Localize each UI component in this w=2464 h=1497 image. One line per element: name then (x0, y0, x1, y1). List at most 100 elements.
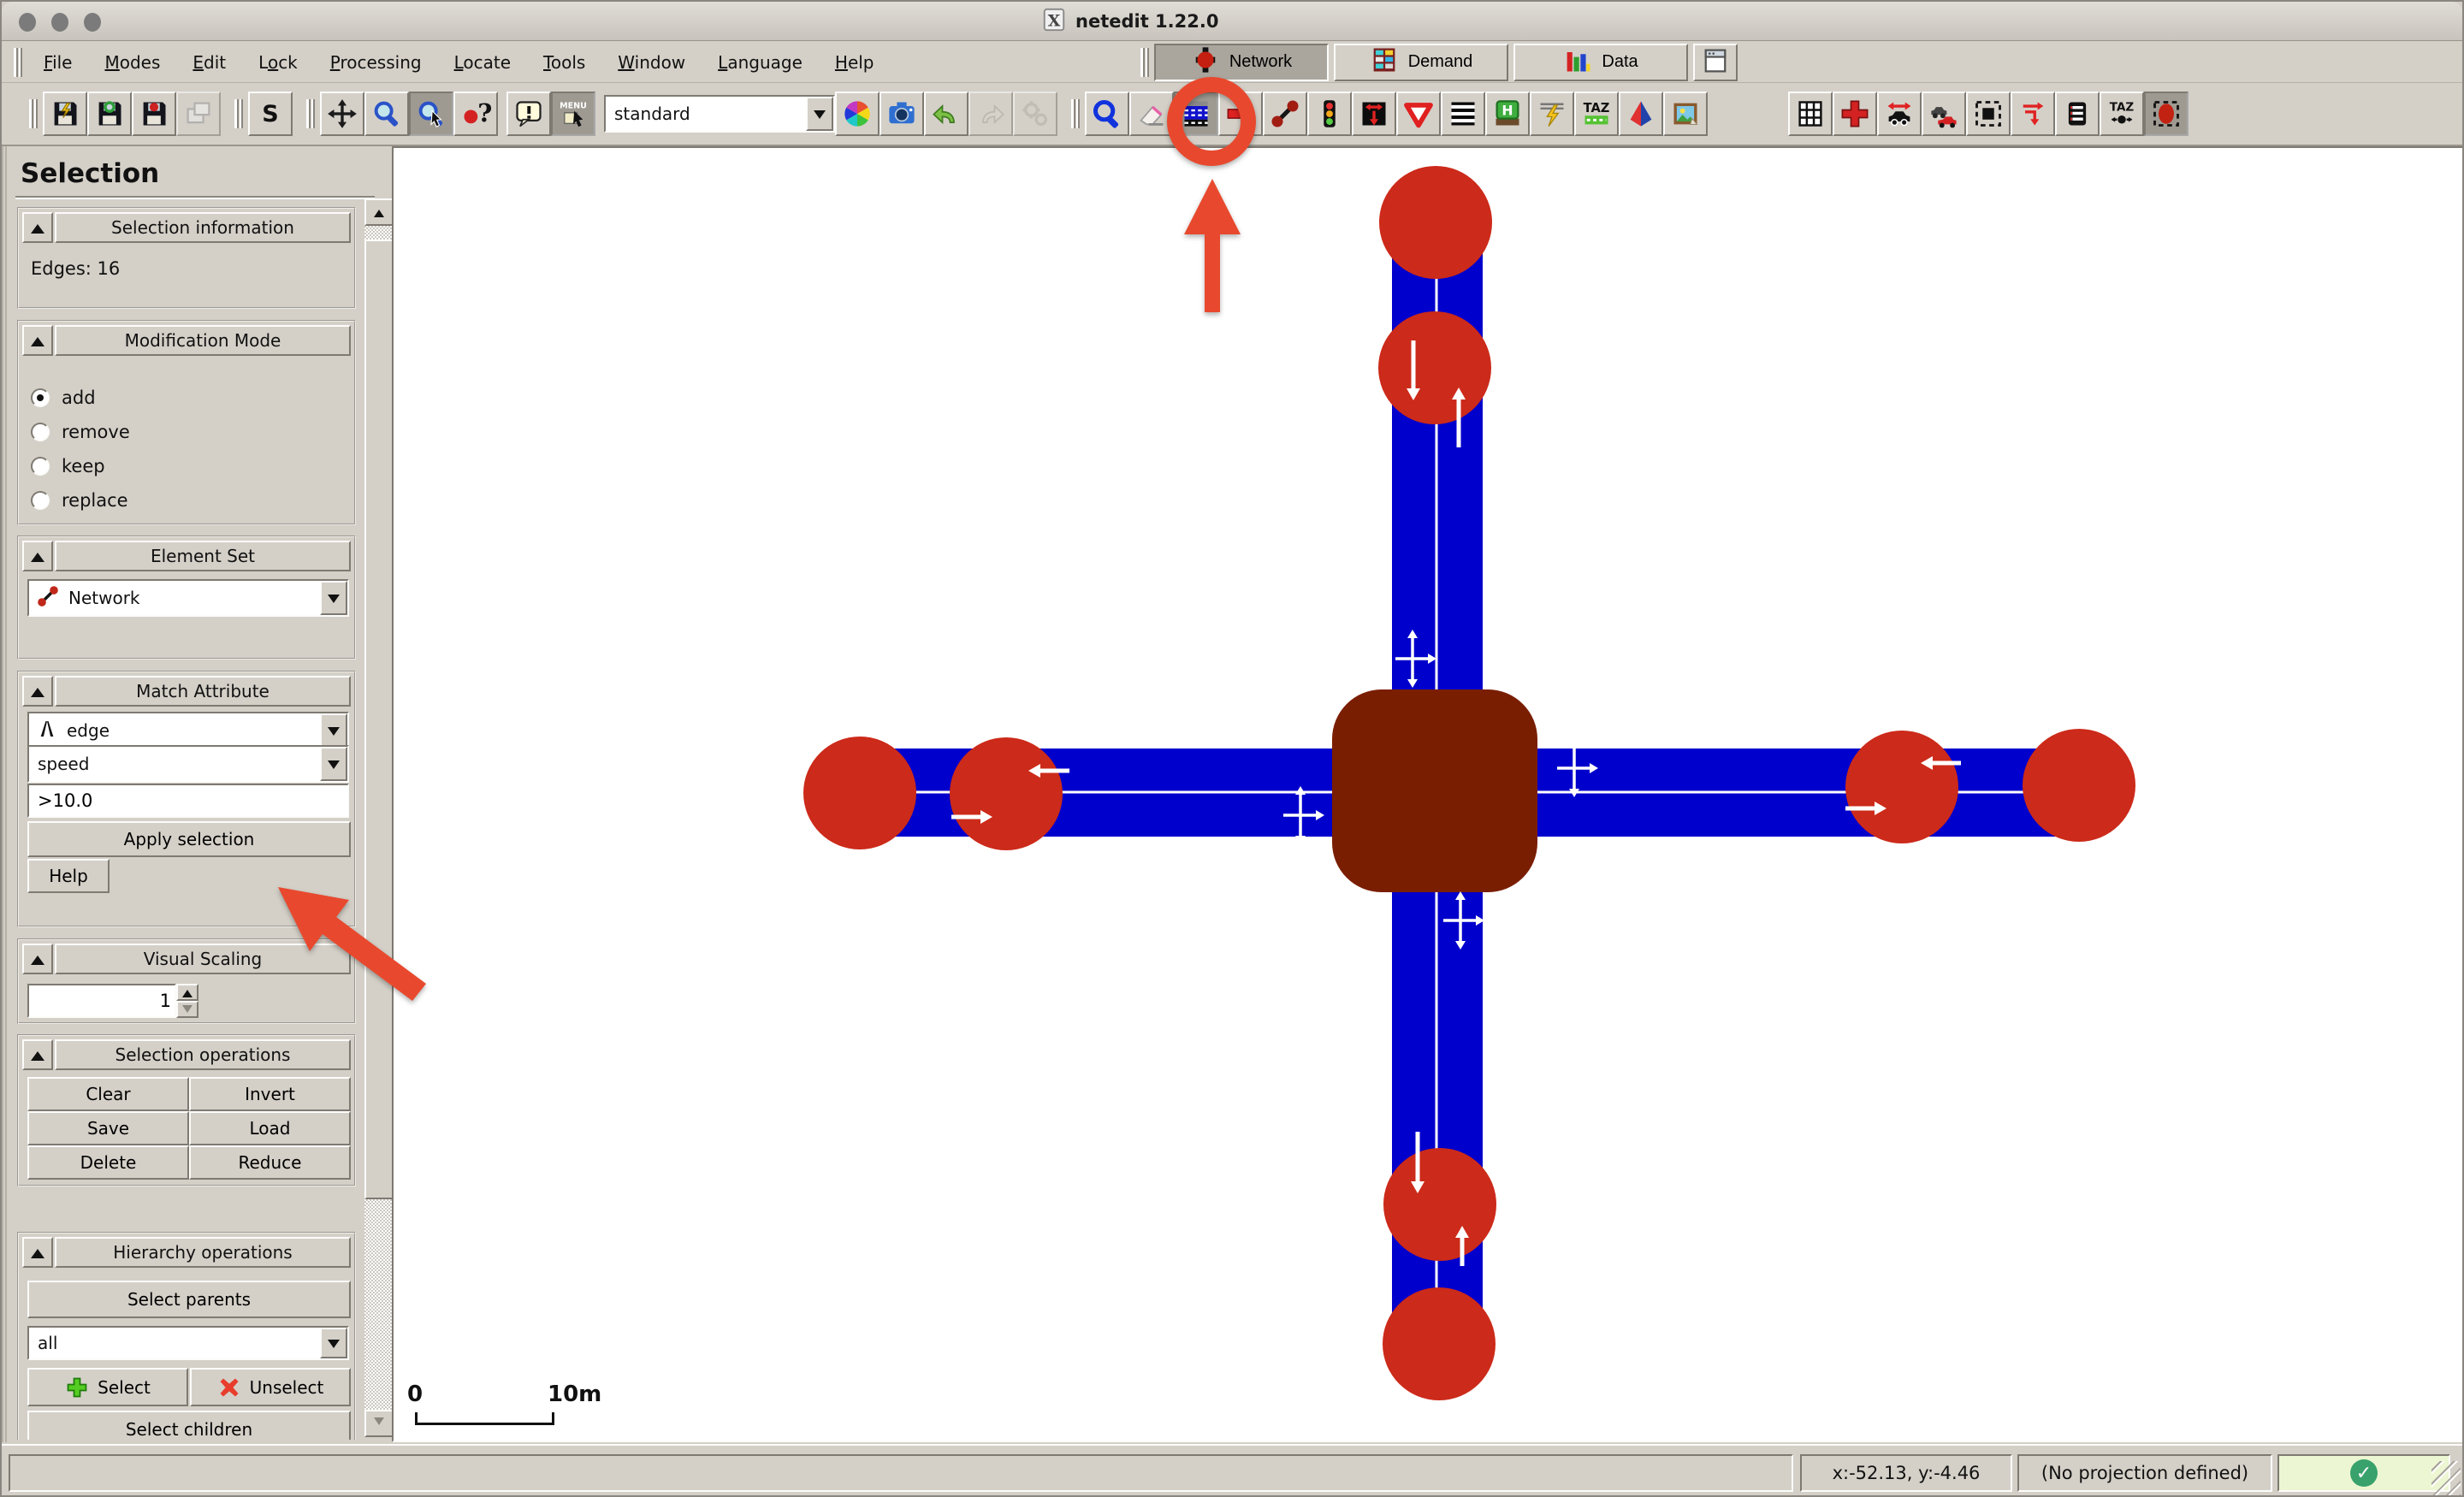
taz-mode-button[interactable]: TAZ (1574, 92, 1619, 136)
recenter-view-button[interactable] (320, 92, 364, 136)
element-set-dropdown-button[interactable] (320, 581, 347, 615)
collapse-selection-operations-button[interactable] (22, 1039, 53, 1070)
select-button[interactable]: Select (27, 1368, 188, 1406)
save-additionals-button[interactable] (87, 92, 132, 136)
menu-item-language[interactable]: Language (702, 45, 819, 80)
additional-mode-button[interactable]: H (1485, 92, 1530, 136)
menu-item-modes[interactable]: Modes (88, 45, 176, 80)
open-window-button[interactable] (176, 92, 221, 136)
select-children-button[interactable]: Select children (27, 1411, 351, 1440)
connection-mode-button[interactable] (1352, 92, 1396, 136)
help-button[interactable]: Help (27, 859, 110, 893)
select-parents-button[interactable]: Select parents (27, 1281, 351, 1318)
supermode-s-button[interactable]: S (248, 92, 293, 136)
radio-remove[interactable]: remove (31, 419, 130, 445)
menu-item-locate[interactable]: Locate (438, 45, 527, 80)
redo-button[interactable] (968, 92, 1013, 136)
window-resize-grip[interactable] (2431, 1461, 2461, 1495)
delete-selection-button[interactable]: Delete (27, 1145, 189, 1180)
load-selection-button[interactable]: Load (189, 1111, 351, 1145)
save-network-button[interactable] (43, 92, 87, 136)
undo-button[interactable] (924, 92, 968, 136)
save-selection-button[interactable]: Save (27, 1111, 189, 1145)
view-scheme-combo[interactable]: standard (604, 95, 835, 133)
show-taz-button[interactable]: TAZ (2100, 92, 2144, 136)
color-scheme-wheel-button[interactable] (835, 92, 880, 136)
crossing-mode-button[interactable] (1441, 92, 1485, 136)
zoom-window-icon[interactable] (84, 13, 101, 32)
match-tag-combo[interactable]: edge (27, 712, 349, 749)
wire-mode-button[interactable] (1530, 92, 1574, 136)
invert-selection-button[interactable]: Invert (189, 1077, 351, 1111)
menu-item-file[interactable]: File (27, 45, 88, 80)
toolbar-grip[interactable] (29, 99, 38, 128)
radio-add[interactable]: add (31, 385, 96, 411)
minimize-window-icon[interactable] (51, 13, 68, 32)
message-window-button[interactable] (506, 92, 551, 136)
tabbar-grip[interactable] (1140, 48, 1149, 77)
match-attribute-dropdown-button[interactable] (320, 747, 347, 781)
show-additionals-button[interactable] (2055, 92, 2100, 136)
tab-network[interactable]: Network (1154, 44, 1329, 81)
match-tag-dropdown-button[interactable] (320, 713, 347, 748)
tab-data[interactable]: Data (1513, 44, 1688, 81)
unselect-button[interactable]: Unselect (190, 1368, 351, 1406)
match-attribute-combo[interactable]: speed (27, 745, 349, 783)
menu-item-help[interactable]: Help (819, 45, 891, 80)
menu-item-edit[interactable]: Edit (176, 45, 242, 80)
view-scheme-dropdown-button[interactable] (806, 97, 833, 131)
reduce-selection-button[interactable]: Reduce (189, 1145, 351, 1180)
scrollbar-up-button[interactable] (364, 198, 394, 226)
collapse-selection-information-button[interactable] (22, 212, 53, 243)
spread-vehicles-button[interactable] (1877, 92, 1922, 136)
window-list-button[interactable] (1693, 44, 1738, 81)
sidebar-scrollbar[interactable] (364, 198, 394, 1437)
scrollbar-down-button[interactable] (364, 1410, 394, 1437)
collapse-match-attribute-button[interactable] (22, 676, 53, 707)
collapse-modification-mode-button[interactable] (22, 325, 53, 356)
spinner-up-button[interactable] (176, 984, 198, 1001)
clear-selection-button[interactable]: Clear (27, 1077, 189, 1111)
toolbar-grip[interactable] (306, 99, 315, 128)
shape-mode-button[interactable] (1619, 92, 1663, 136)
scrollbar-thumb[interactable] (364, 240, 394, 1199)
menubar-grip[interactable] (14, 48, 22, 77)
menu-cursor-button[interactable]: MENU (551, 92, 595, 136)
radio-replace[interactable]: replace (31, 488, 128, 513)
select-mode-button[interactable] (1174, 92, 1218, 136)
hierarchy-scope-combo[interactable]: all (27, 1326, 349, 1360)
menu-item-processing[interactable]: Processing (314, 45, 438, 80)
prohibition-mode-button[interactable] (1396, 92, 1441, 136)
grid-toggle-button[interactable] (1788, 92, 1833, 136)
poi-mode-button[interactable] (1663, 92, 1708, 136)
inspect-mode-button[interactable] (1085, 92, 1129, 136)
collapse-visual-scaling-button[interactable] (22, 944, 53, 974)
menu-item-window[interactable]: Window (601, 45, 702, 80)
select-edges-button[interactable] (1966, 92, 2011, 136)
close-window-icon[interactable] (19, 13, 36, 32)
junction-shape-button[interactable] (1833, 92, 1877, 136)
tab-demand[interactable]: Demand (1334, 44, 1508, 81)
create-edge-mode-button[interactable] (1263, 92, 1307, 136)
zoom-cursor-button[interactable] (409, 92, 453, 136)
show-demand-elements-button[interactable] (1922, 92, 1966, 136)
compute-options-button[interactable] (1013, 92, 1057, 136)
whats-this-button[interactable]: ? (453, 92, 498, 136)
element-set-combo[interactable]: Network (27, 579, 349, 617)
save-demand-button[interactable] (132, 92, 176, 136)
collapse-hierarchy-operations-button[interactable] (22, 1237, 53, 1268)
extend-selection-button[interactable] (2144, 92, 2189, 136)
apply-selection-button[interactable]: Apply selection (27, 821, 351, 857)
visual-scaling-value-input[interactable] (27, 984, 176, 1018)
radio-keep[interactable]: keep (31, 453, 105, 479)
traffic-light-mode-button[interactable] (1307, 92, 1352, 136)
delete-mode-button[interactable] (1129, 92, 1174, 136)
menu-item-tools[interactable]: Tools (527, 45, 601, 80)
toolbar-grip[interactable] (1071, 99, 1080, 128)
network-view-canvas[interactable]: 0 10m (392, 146, 2464, 1442)
hierarchy-scope-dropdown-button[interactable] (320, 1328, 347, 1358)
snapshot-camera-button[interactable] (880, 92, 924, 136)
zoom-extents-button[interactable] (364, 92, 409, 136)
scrollbar-track[interactable] (364, 226, 394, 1410)
menu-item-lock[interactable]: Lock (242, 45, 314, 80)
